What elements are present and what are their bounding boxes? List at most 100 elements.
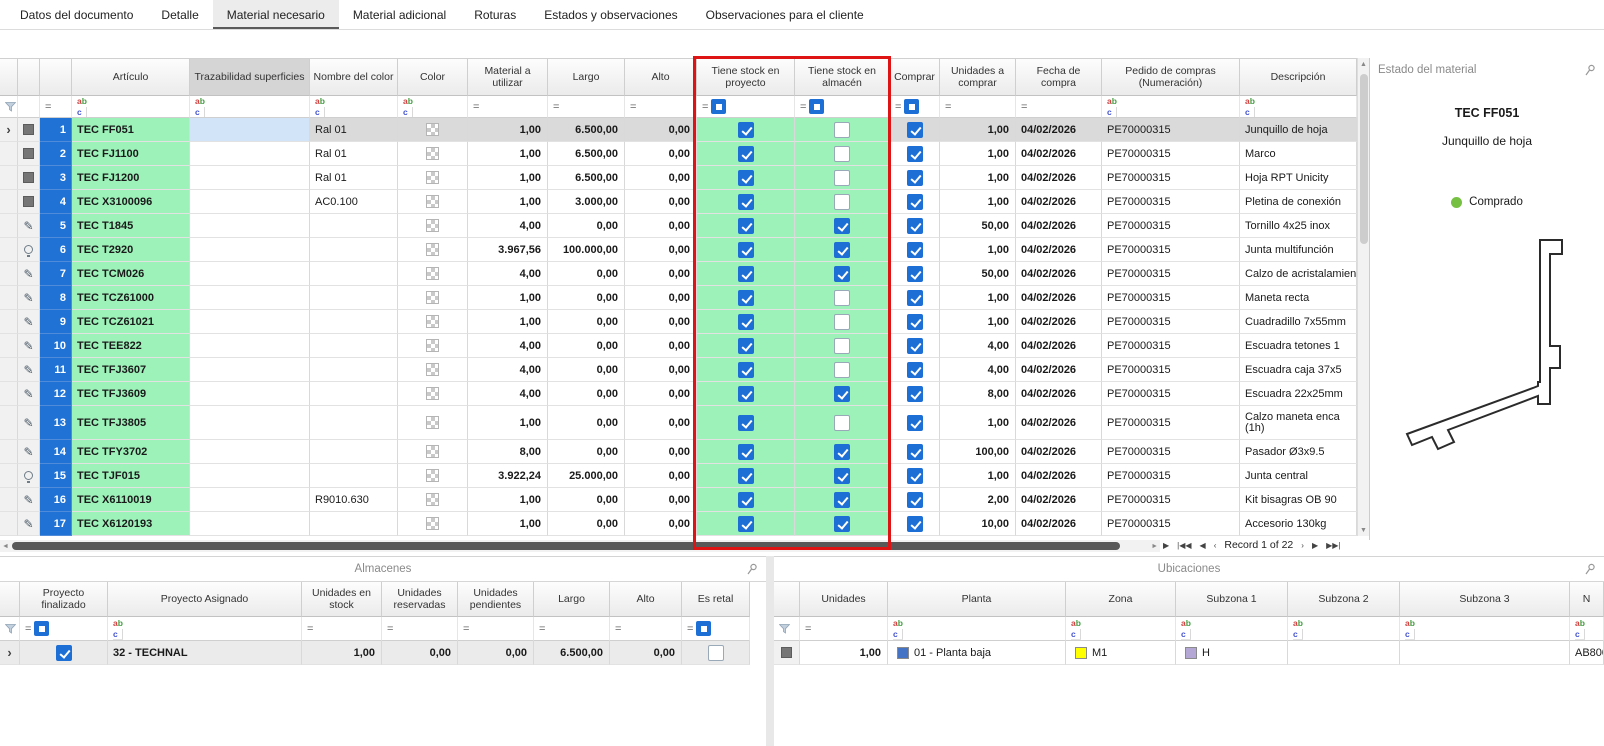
- cell-pedido[interactable]: PE70000315: [1102, 214, 1240, 238]
- cell-material[interactable]: 8,00: [468, 440, 548, 464]
- col-header-fecha[interactable]: Fecha de compra: [1016, 59, 1102, 96]
- cell-largo[interactable]: 0,00: [548, 214, 625, 238]
- cell-trazabilidad[interactable]: [190, 262, 310, 286]
- cell-trazabilidad[interactable]: [190, 238, 310, 262]
- cell-material[interactable]: 4,00: [468, 382, 548, 406]
- cell-trazabilidad[interactable]: [190, 406, 310, 440]
- prev-record-button[interactable]: ◀: [1200, 541, 1206, 550]
- col-header-unidades_reservadas[interactable]: Unidades reservadas: [382, 582, 458, 617]
- col-header-n[interactable]: N: [1570, 582, 1604, 617]
- cell-proyecto_finalizado[interactable]: [20, 641, 108, 665]
- cell-checkbox-stock_proyecto[interactable]: [738, 146, 754, 162]
- cell-alto[interactable]: 0,00: [625, 310, 697, 334]
- cell-nombre_color[interactable]: [310, 464, 398, 488]
- row-expand-icon[interactable]: ›: [6, 125, 10, 135]
- cell-checkbox-stock_almacen[interactable]: [834, 218, 850, 234]
- cell-descripcion[interactable]: Junta multifunción: [1240, 238, 1357, 262]
- cell-pedido[interactable]: PE70000315: [1102, 382, 1240, 406]
- col-header-planta[interactable]: Planta: [888, 582, 1066, 617]
- row-state-cell[interactable]: ✎: [18, 334, 40, 358]
- equals-operator-icon[interactable]: =: [800, 101, 806, 113]
- cell-checkbox-stock_proyecto[interactable]: [738, 362, 754, 378]
- row-expand-cell[interactable]: [0, 262, 18, 286]
- cell-checkbox-stock_almacen[interactable]: [834, 386, 850, 402]
- col-header-comprar[interactable]: Comprar: [890, 59, 940, 96]
- cell-stock_proyecto[interactable]: [697, 440, 795, 464]
- cell-es_retal[interactable]: [682, 641, 750, 665]
- row-state-cell[interactable]: ✎: [18, 262, 40, 286]
- cell-fecha[interactable]: 04/02/2026: [1016, 358, 1102, 382]
- equals-operator-icon[interactable]: =: [307, 623, 313, 635]
- col-header-unidades_en_stock[interactable]: Unidades en stock: [302, 582, 382, 617]
- cell-trazabilidad[interactable]: [190, 286, 310, 310]
- cell-stock_proyecto[interactable]: [697, 488, 795, 512]
- filter-cell-material[interactable]: =: [468, 96, 548, 118]
- cell-material[interactable]: 3.967,56: [468, 238, 548, 262]
- cell-material[interactable]: 4,00: [468, 334, 548, 358]
- cell-unidades[interactable]: 1,00: [940, 190, 1016, 214]
- filter-cell-num[interactable]: =: [40, 96, 72, 118]
- cell-alto[interactable]: 0,00: [625, 464, 697, 488]
- cell-trazabilidad[interactable]: [190, 440, 310, 464]
- last-record-button[interactable]: ▶▶|: [1326, 541, 1340, 550]
- cell-articulo[interactable]: TEC TCZ61000: [72, 286, 190, 310]
- cell-unidades[interactable]: 4,00: [940, 358, 1016, 382]
- cell-nombre_color[interactable]: [310, 406, 398, 440]
- cell-alto[interactable]: 0,00: [625, 262, 697, 286]
- col-header-alto[interactable]: Alto: [625, 59, 697, 96]
- cell-color[interactable]: [398, 142, 468, 166]
- cell-alto[interactable]: 0,00: [625, 358, 697, 382]
- cell-unidades[interactable]: 50,00: [940, 262, 1016, 286]
- row-expand-cell[interactable]: [0, 512, 18, 536]
- cell-color[interactable]: [398, 406, 468, 440]
- cell-num[interactable]: 16: [40, 488, 72, 512]
- cell-checkbox-stock_proyecto[interactable]: [738, 338, 754, 354]
- cell-checkbox-comprar[interactable]: [907, 266, 923, 282]
- abc-filter-icon[interactable]: abc: [1107, 96, 1117, 118]
- cell-stock_proyecto[interactable]: [697, 118, 795, 142]
- row-expand-icon[interactable]: ›: [7, 648, 11, 658]
- cell-num[interactable]: 4: [40, 190, 72, 214]
- cell-checkbox-stock_proyecto[interactable]: [738, 290, 754, 306]
- cell-alto[interactable]: 0,00: [625, 512, 697, 536]
- cell-proyecto_asignado[interactable]: 32 - TECHNAL: [108, 641, 302, 665]
- cell-unidades_pendientes[interactable]: 0,00: [458, 641, 534, 665]
- cell-stock_almacen[interactable]: [795, 190, 890, 214]
- cell-material[interactable]: 4,00: [468, 214, 548, 238]
- cell-comprar[interactable]: [890, 464, 940, 488]
- filter-cell-unidades[interactable]: =: [940, 96, 1016, 118]
- abc-filter-icon[interactable]: abc: [893, 617, 903, 640]
- cell-comprar[interactable]: [890, 166, 940, 190]
- cell-nombre_color[interactable]: [310, 382, 398, 406]
- equals-operator-icon[interactable]: =: [615, 623, 621, 635]
- col-header-material[interactable]: Material a utilizar: [468, 59, 548, 96]
- equals-operator-icon[interactable]: =: [25, 623, 31, 635]
- cell-unidades[interactable]: 1,00: [940, 286, 1016, 310]
- cell-articulo[interactable]: TEC TFJ3805: [72, 406, 190, 440]
- row-expand-cell[interactable]: [0, 286, 18, 310]
- cell-material[interactable]: 1,00: [468, 166, 548, 190]
- cell-comprar[interactable]: [890, 512, 940, 536]
- cell-alto[interactable]: 0,00: [625, 166, 697, 190]
- cell-stock_almacen[interactable]: [795, 262, 890, 286]
- cell-checkbox-comprar[interactable]: [907, 415, 923, 431]
- col-header-proyecto_finalizado[interactable]: Proyecto finalizado: [20, 582, 108, 617]
- col-header-unidades[interactable]: Unidades a comprar: [940, 59, 1016, 96]
- filter-cell-subzona1[interactable]: abc: [1176, 617, 1288, 641]
- cell-checkbox-stock_proyecto[interactable]: [738, 242, 754, 258]
- cell-material[interactable]: 1,00: [468, 406, 548, 440]
- cell-largo[interactable]: 25.000,00: [548, 464, 625, 488]
- cell-trazabilidad[interactable]: [190, 166, 310, 190]
- cell-pedido[interactable]: PE70000315: [1102, 238, 1240, 262]
- cell-checkbox-comprar[interactable]: [907, 218, 923, 234]
- row-state-cell[interactable]: ✎: [18, 512, 40, 536]
- cell-checkbox-proyecto_finalizado[interactable]: [56, 645, 72, 661]
- filter-cell-proyecto_asignado[interactable]: abc: [108, 617, 302, 641]
- cell-color[interactable]: [398, 382, 468, 406]
- filter-checkbox-proyecto_finalizado[interactable]: [34, 621, 49, 636]
- cell-nombre_color[interactable]: Ral 01: [310, 118, 398, 142]
- cell-num[interactable]: 15: [40, 464, 72, 488]
- row-state-cell[interactable]: [18, 142, 40, 166]
- row-expand-cell[interactable]: ›: [0, 641, 20, 665]
- cell-trazabilidad[interactable]: [190, 334, 310, 358]
